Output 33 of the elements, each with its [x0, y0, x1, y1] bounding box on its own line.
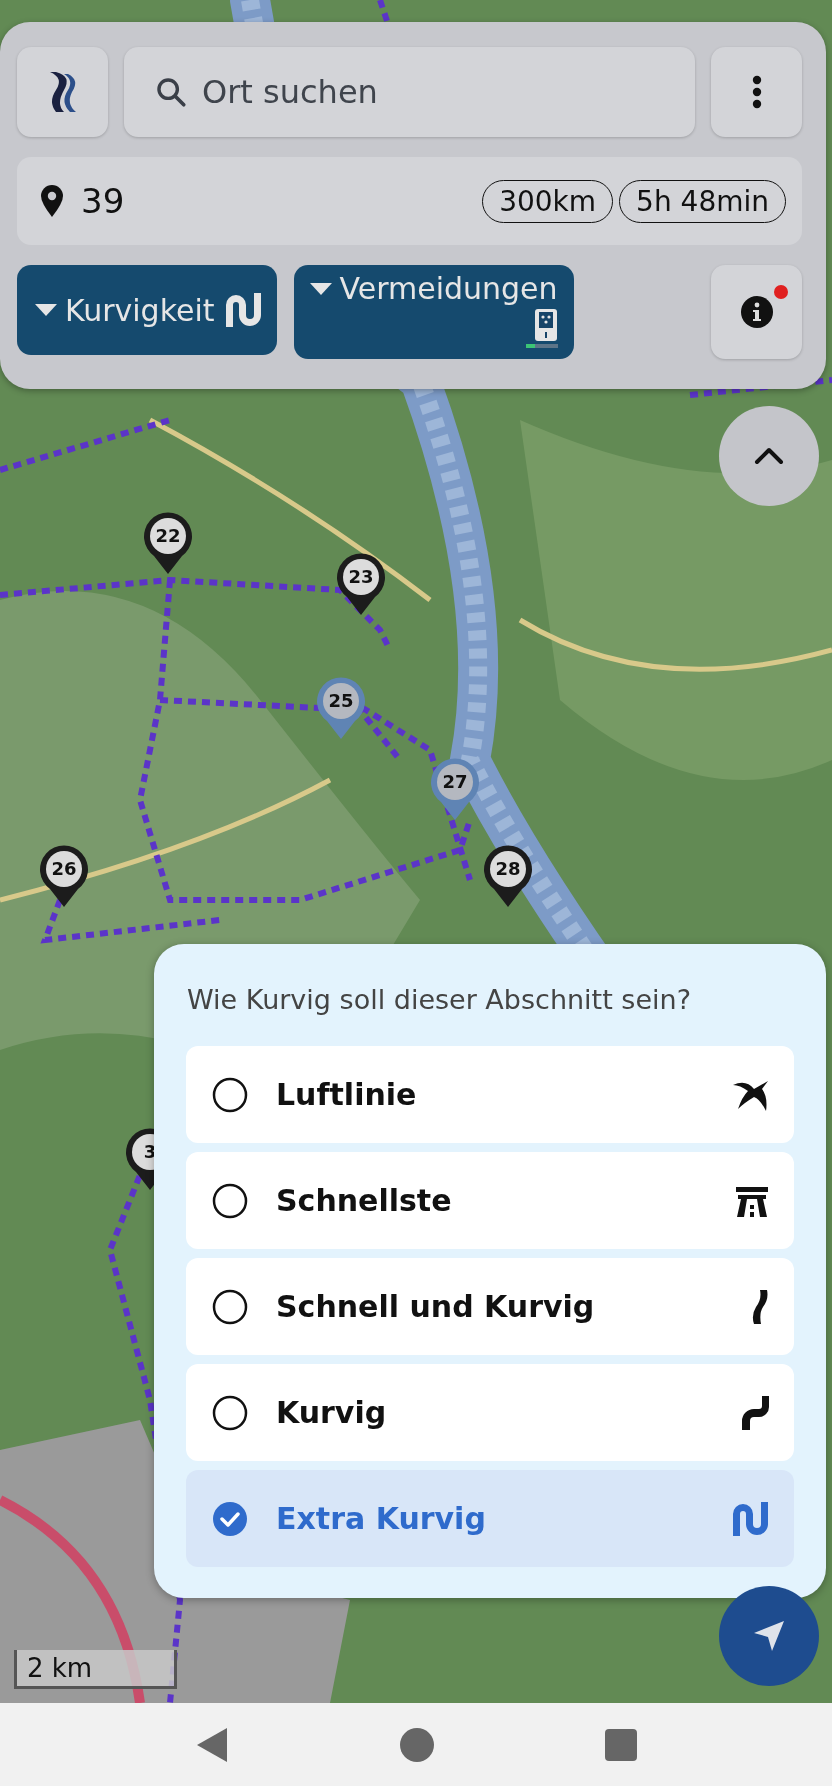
radio-icon	[212, 1288, 248, 1325]
back-icon[interactable]	[195, 1725, 229, 1764]
curviness-option[interactable]: Schnellste	[186, 1152, 794, 1249]
info-icon	[739, 295, 774, 329]
curviness-dropdown[interactable]: Kurvigkeit	[17, 265, 277, 355]
home-icon[interactable]	[399, 1726, 435, 1763]
radio-icon	[212, 1182, 248, 1219]
chevron-up-icon	[754, 447, 784, 465]
logo-button[interactable]	[17, 47, 108, 137]
sheet-title: Wie Kurvig soll dieser Abschnitt sein?	[186, 984, 692, 1015]
more-icon	[751, 75, 762, 109]
info-button[interactable]	[711, 265, 802, 359]
s-curve-icon	[750, 1288, 770, 1325]
curvy-road-icon	[730, 1499, 770, 1538]
curviness-option[interactable]: Kurvig	[186, 1364, 794, 1461]
search-icon	[154, 75, 188, 109]
radio-icon	[212, 1394, 248, 1431]
avoidances-progress	[525, 344, 558, 348]
caret-down-icon	[309, 282, 332, 295]
caret-down-icon	[35, 304, 57, 316]
curviness-option[interactable]: Luftlinie	[186, 1046, 794, 1143]
recents-icon[interactable]	[605, 1728, 637, 1761]
road-sign-icon	[533, 308, 558, 342]
curviness-option[interactable]: Extra Kurvig	[186, 1470, 794, 1567]
bend-icon	[740, 1394, 770, 1431]
radio-icon	[212, 1076, 248, 1113]
curviness-option[interactable]: Schnell und Kurvig	[186, 1258, 794, 1355]
scale-bar: 2 km	[14, 1650, 177, 1689]
search-field[interactable]: Ort suchen	[124, 47, 695, 137]
radio-checked-icon	[212, 1500, 248, 1537]
avoidances-dropdown[interactable]: Vermeidungen	[293, 265, 574, 359]
waypoint-count: 39	[81, 181, 125, 221]
location-pin-icon	[39, 184, 65, 218]
